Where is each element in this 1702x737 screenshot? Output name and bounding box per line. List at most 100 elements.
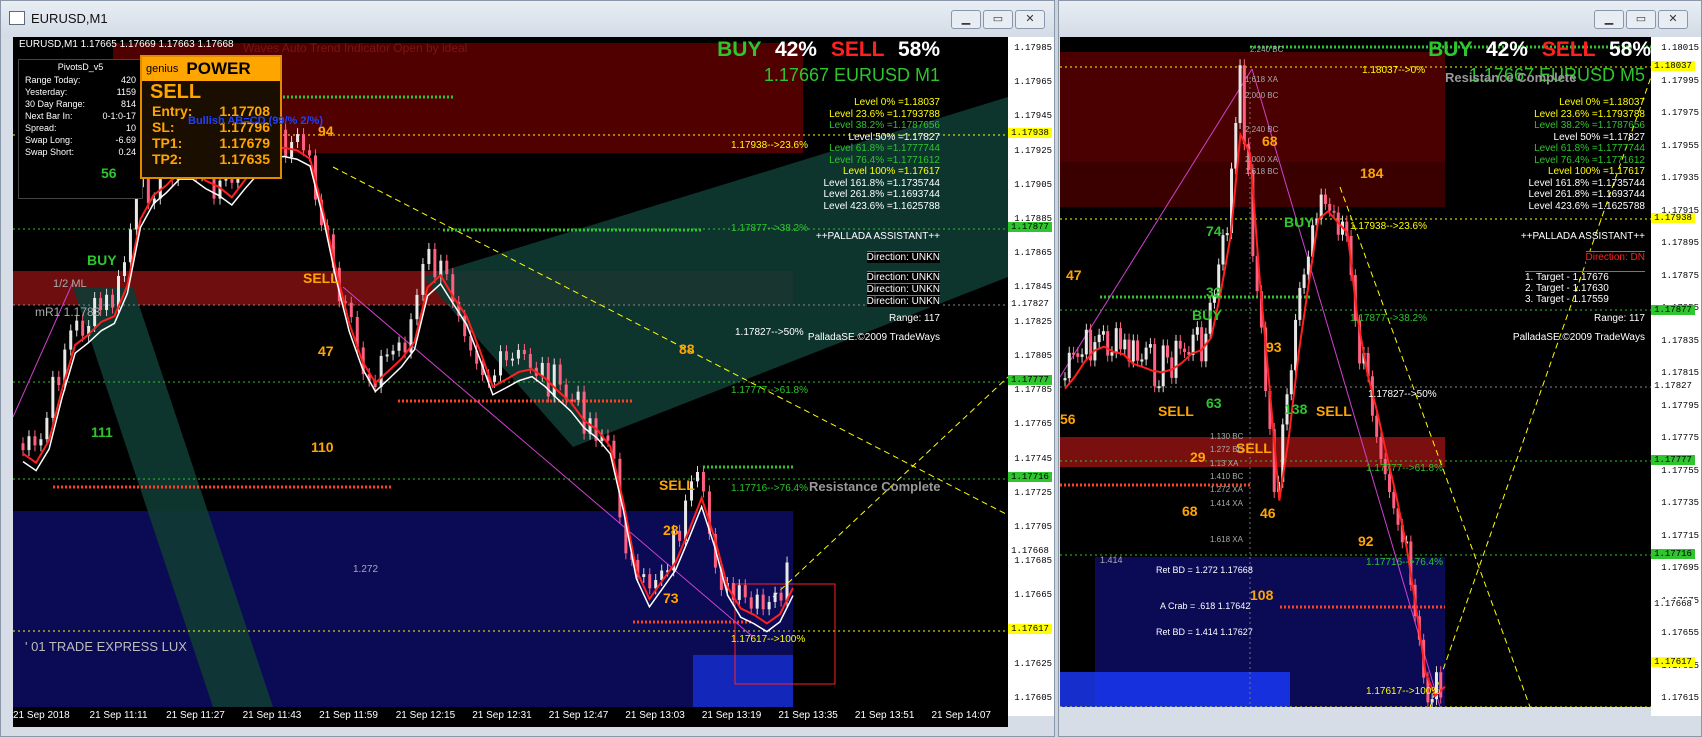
fib-label-50: 1.17827-->50% [1368, 389, 1437, 400]
candle-body [1221, 235, 1225, 265]
wave-count: 68 [1262, 133, 1278, 149]
candle-body [1140, 359, 1144, 362]
fib-level-text: Level 0% =1.18037 [854, 97, 940, 108]
price-axis[interactable]: 1.18015 1.17995 1.17975 1.17955 1.17935 1.179… [1651, 37, 1701, 716]
candle-body [510, 358, 514, 361]
fib-level-text: Level 61.8% =1.1777744 [1534, 143, 1645, 154]
direction-label: Direction: UNKN [866, 271, 940, 283]
price-tick-label: 1.17775 [1661, 433, 1699, 443]
price-axis[interactable]: 1.17985 1.17965 1.17945 1.17925 1.17905 1.178… [1008, 37, 1054, 716]
fib-level-text: Level 261.8% =1.1693744 [1528, 189, 1646, 200]
fib-level-text: Level 423.6% =1.1625788 [823, 200, 941, 212]
pivot-row: Spread: 10 [19, 122, 142, 134]
fib-label-23: 1.17938-->23.6% [1350, 221, 1428, 232]
price-tick-label: 1.17905 [1014, 179, 1052, 190]
candle-body [504, 351, 508, 361]
candle-body [1131, 340, 1135, 362]
price-tick-label: 1.18015 [1661, 43, 1699, 53]
wave-count: 63 [1206, 395, 1222, 411]
candle-body [1157, 386, 1161, 389]
wave-count: 73 [663, 590, 679, 606]
ratio-note: Ret BD = 1.272 1.17668 [1156, 565, 1253, 575]
close-button[interactable]: ✕ [1015, 10, 1045, 29]
minimize-button[interactable]: ▁ [1594, 10, 1624, 29]
candle-body [308, 150, 312, 156]
candle-body [1110, 352, 1114, 356]
target-label: 1. Target - 1.17676 [1525, 272, 1609, 283]
candle-body [105, 294, 109, 311]
fib-label-23: 1.17938-->23.6% [731, 140, 809, 151]
maximize-button[interactable]: ▭ [983, 10, 1013, 29]
fib-level-text: Level 76.4% =1.1771612 [829, 154, 940, 166]
candle-body [1148, 344, 1152, 348]
genius-brand: genius [146, 63, 179, 75]
fib-label-76: 1.17716-->76.4% [1366, 557, 1444, 568]
pivot-row: Next Bar In: 0-1:0-17 [19, 110, 142, 122]
price-chart[interactable]: EURUSD,M1 1.17665 1.17669 1.17663 1.1766… [13, 37, 1008, 707]
wave-count: 92 [1358, 533, 1374, 549]
pivot-row: Range Today: 420 [19, 74, 142, 86]
price-marker: 1.17877 [1008, 222, 1052, 232]
pivot-value: 1159 [116, 87, 136, 97]
genius-row-label: SL: [152, 119, 175, 135]
minimize-button[interactable]: ▁ [951, 10, 981, 29]
fib-level-text: Level 38.2% =1.1787656 [1534, 120, 1645, 131]
resistance-complete-label: Resistance Complete [809, 479, 941, 494]
price-marker: 1.17827 [1651, 381, 1695, 391]
chart-window-eurusd-m5[interactable]: ▁ ▭ ✕ BUY 42% SELL 58% 1.17667 EURUSD M5… [1058, 0, 1702, 737]
harmonic-label: 2.000 BC [1245, 91, 1279, 100]
candle-body [1136, 340, 1140, 361]
price-tick-label: 1.17615 [1661, 693, 1699, 703]
chart-window-eurusd-m1[interactable]: EURUSD,M1 ▁ ▭ ✕ EURUSD,M1 1.17665 1.1766… [0, 0, 1055, 737]
candle-body [749, 597, 753, 609]
pivot-label: Swap Long: [25, 135, 73, 145]
price-marker: 1.18037 [1651, 61, 1695, 71]
candle-body [1430, 699, 1434, 703]
buy-label: BUY [717, 38, 762, 61]
wave-count: 56 [1060, 411, 1076, 427]
sell-signal: SELL [303, 270, 339, 286]
fib-level-text: Level 100% =1.17617 [842, 166, 940, 177]
harmonic-label: 1.410 BC [1210, 472, 1244, 481]
buy-signal: BUY [1192, 307, 1222, 323]
time-axis[interactable]: 21 Sep 2018 21 Sep 11:11 21 Sep 11:27 21 Se… [13, 707, 1008, 727]
candle-body [69, 330, 73, 350]
price-tick-label: 1.17925 [1014, 145, 1052, 156]
candle-body [558, 364, 562, 385]
window-titlebar[interactable]: EURUSD,M1 ▁ ▭ ✕ [1, 1, 1054, 37]
candle-body [427, 248, 431, 264]
pivot-row: 30 Day Range: 814 [19, 98, 142, 110]
harmonic-label: 2.000 XA [1245, 155, 1278, 164]
wave-count: 184 [1360, 165, 1384, 181]
price-tick-label: 1.17665 [1014, 590, 1052, 601]
candle-body [1072, 352, 1076, 355]
close-button[interactable]: ✕ [1658, 10, 1688, 29]
fib-level-text: Level 423.6% =1.1625788 [1528, 200, 1646, 212]
buy-percent: 42% [1485, 38, 1528, 61]
price-tick-label: 1.17985 [1014, 43, 1052, 53]
buy-percent: 42% [774, 38, 817, 61]
candle-body [606, 435, 610, 441]
chart-symbol-header: EURUSD,M1 1.17665 1.17669 1.17663 1.1766… [19, 39, 234, 50]
indicator-title: Waves Auto Trend Indicator Open by ideal [243, 41, 468, 55]
price-tick-label: 1.17765 [1014, 419, 1052, 430]
window-titlebar[interactable]: ▁ ▭ ✕ [1059, 1, 1701, 37]
time-tick-label: 21 Sep 11:59 [319, 710, 378, 721]
pivot-row: Yesterday: 1159 [19, 86, 142, 98]
price-marker: 1.17777 [1651, 455, 1695, 465]
price-tick-label: 1.17955 [1661, 140, 1699, 151]
maximize-button[interactable]: ▭ [1626, 10, 1656, 29]
range-label: Range: 117 [889, 313, 940, 324]
price-tick-label: 1.17995 [1661, 75, 1699, 86]
fib-level-text: Level 23.6% =1.1793788 [1534, 108, 1645, 120]
candle-body [1238, 65, 1242, 123]
wave-count: 29 [1190, 449, 1206, 465]
price-tick-label: 1.17895 [1661, 238, 1699, 248]
price-tick-label: 1.17695 [1661, 563, 1699, 573]
candle-body [1178, 340, 1182, 349]
candle-body [743, 585, 747, 598]
candle-body [391, 350, 395, 355]
pivot-value: 814 [120, 99, 136, 109]
price-chart[interactable]: BUY 42% SELL 58% 1.17667 EURUSD M5 Resis… [1060, 37, 1651, 707]
direction-label: Direction: UNKN [866, 295, 940, 307]
